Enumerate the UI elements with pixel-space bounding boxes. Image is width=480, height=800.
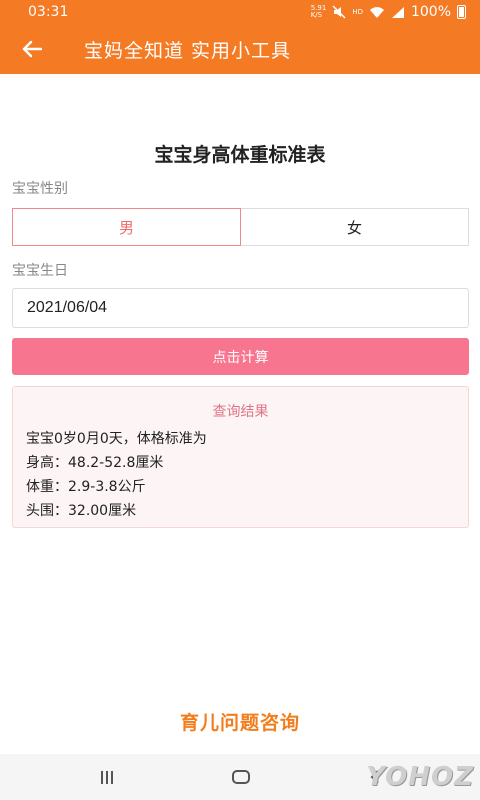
watermark-logo: YOHOZ — [366, 762, 474, 792]
result-head: 头围：32.00厘米 — [26, 503, 137, 519]
system-nav-bar: YOHOZ — [0, 754, 480, 800]
back-button[interactable] — [0, 24, 64, 74]
hd-badge: HD — [352, 7, 363, 16]
header-title: 宝妈全知道 实用小工具 — [84, 39, 292, 62]
result-summary: 宝宝0岁0月0天，体格标准为 — [26, 431, 207, 447]
result-panel: 查询结果 宝宝0岁0月0天，体格标准为 身高：48.2-52.8厘米 体重：2.… — [12, 386, 469, 528]
consult-link[interactable]: 育儿问题咨询 — [0, 708, 480, 735]
gender-selector: 男 女 — [12, 208, 469, 246]
status-icons: 5.91 K/S HD 100% — [311, 4, 466, 20]
battery-percent: 100% — [410, 4, 451, 20]
signal-icon — [391, 6, 404, 18]
result-height: 身高：48.2-52.8厘米 — [26, 455, 164, 471]
recents-button[interactable] — [77, 754, 137, 800]
birthday-label: 宝宝生日 — [12, 263, 68, 279]
status-time: 03:31 — [28, 4, 69, 20]
gender-option-female[interactable]: 女 — [241, 208, 469, 246]
recents-icon — [101, 770, 113, 784]
home-button[interactable] — [211, 754, 271, 800]
birthday-input[interactable]: 2021/06/04 — [12, 288, 469, 328]
arrow-left-icon — [22, 40, 42, 58]
calculate-button[interactable]: 点击计算 — [12, 338, 469, 375]
app-header: 宝妈全知道 实用小工具 — [0, 24, 480, 74]
wifi-icon — [369, 6, 384, 18]
gender-label: 宝宝性别 — [12, 181, 68, 197]
status-bar: 03:31 5.91 K/S HD 100% — [0, 0, 480, 24]
battery-icon — [457, 5, 466, 19]
page-title: 宝宝身高体重标准表 — [154, 144, 326, 166]
net-speed: 5.91 K/S — [310, 4, 327, 19]
result-weight: 体重：2.9-3.8公斤 — [26, 479, 146, 495]
gender-option-male[interactable]: 男 — [12, 208, 241, 246]
home-icon — [232, 770, 250, 784]
main-content: 宝宝身高体重标准表 宝宝性别 男 女 宝宝生日 2021/06/04 点击计算 … — [0, 74, 480, 754]
mute-icon — [332, 5, 346, 19]
result-title: 查询结果 — [212, 404, 269, 420]
